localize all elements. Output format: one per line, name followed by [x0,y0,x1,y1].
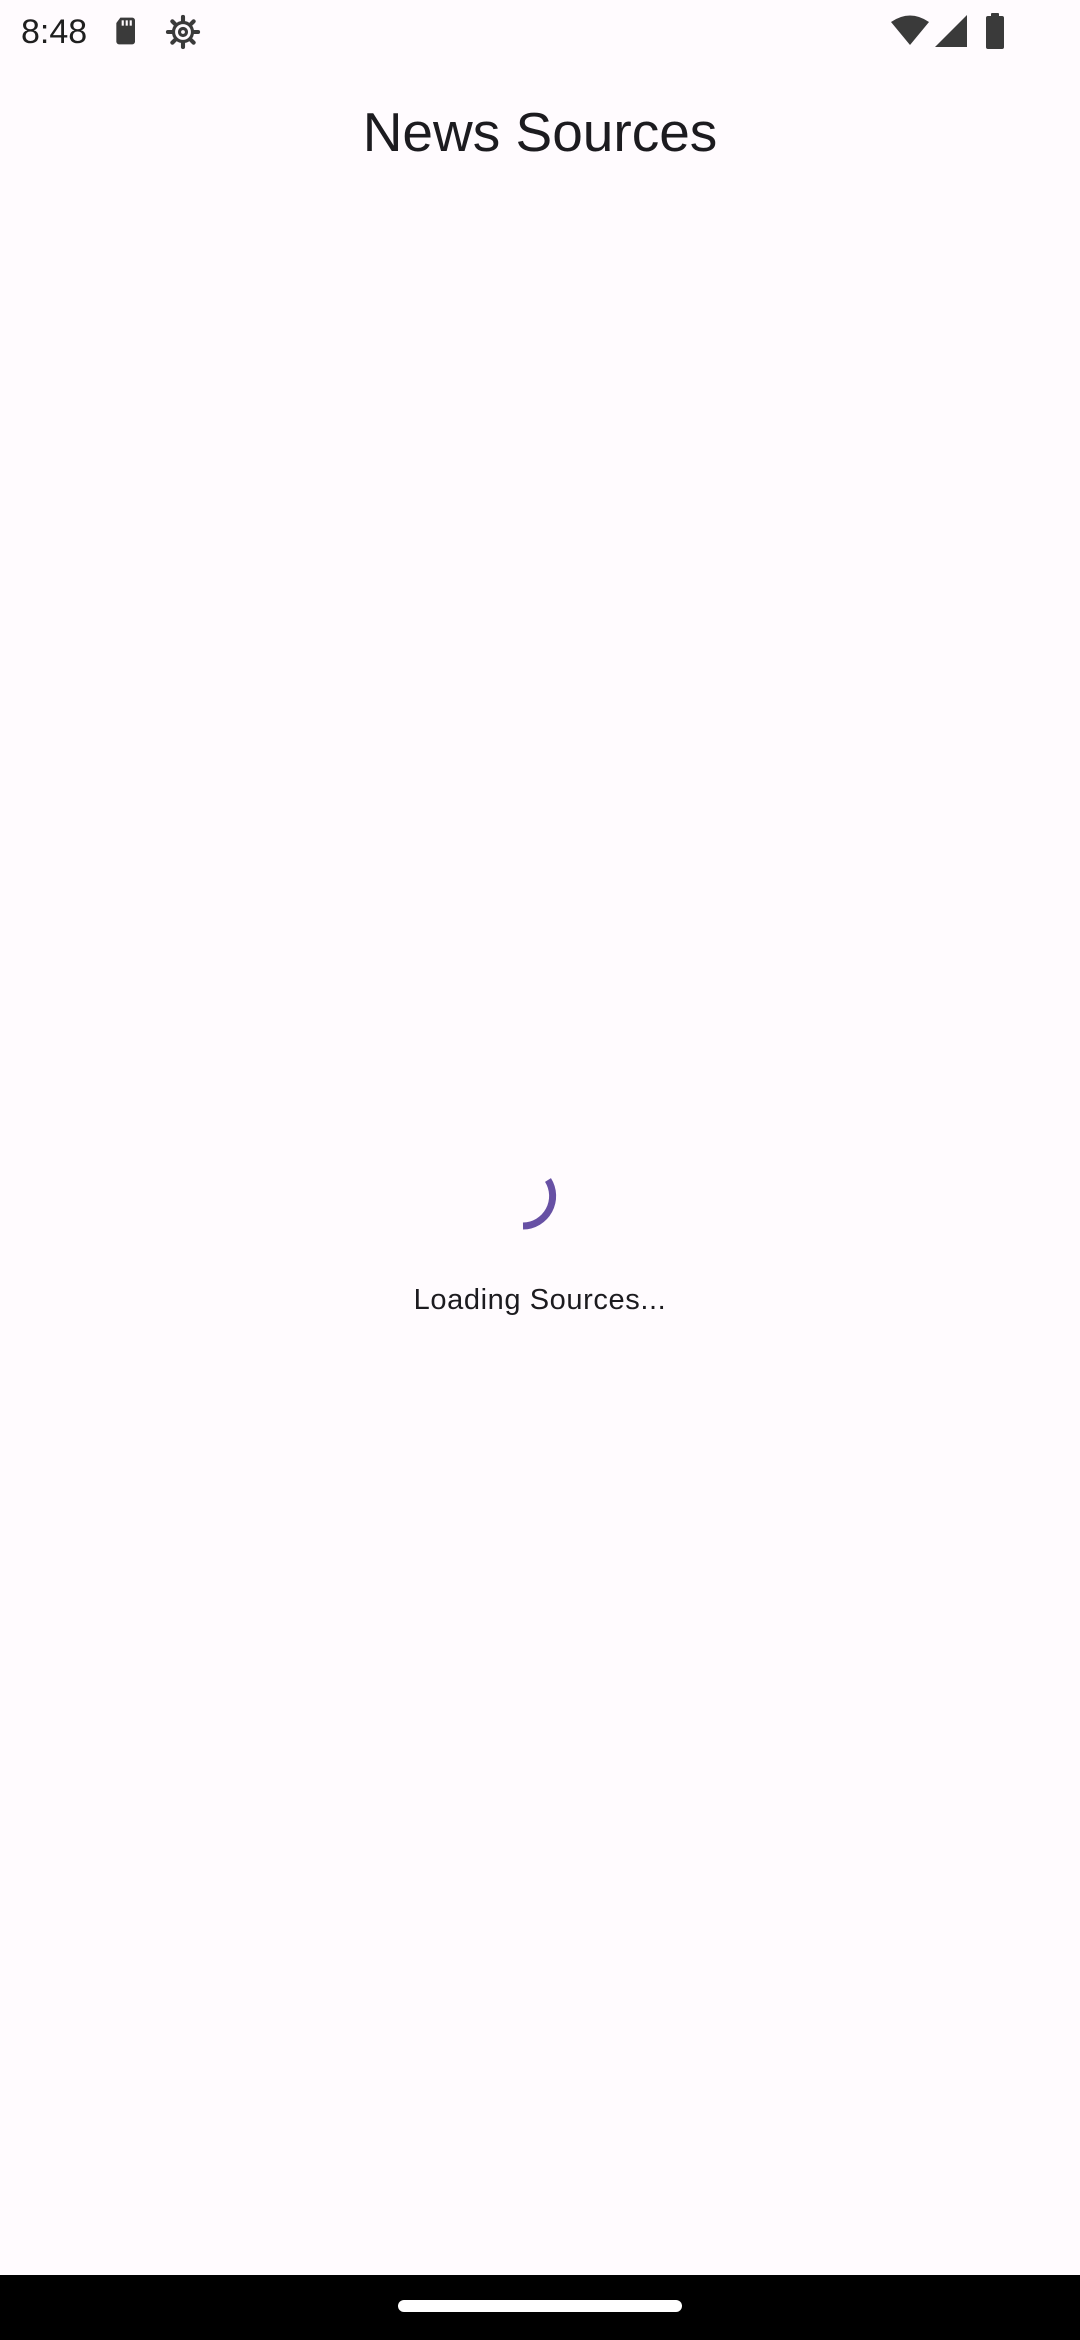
app-bar: News Sources [0,63,1080,203]
progress-spinner-icon [522,1178,557,1230]
battery-icon [986,13,1004,49]
settings-gear-icon [165,14,201,50]
system-navigation-bar [0,2275,1080,2340]
status-bar: 8:48 [0,0,1080,63]
status-time: 8:48 [21,13,88,51]
page-title: News Sources [362,101,718,163]
sd-card-icon [116,17,135,45]
loading-indicator: Loading Sources... [0,1170,1080,1330]
loading-text: Loading Sources... [413,1284,667,1316]
home-gesture-handle[interactable] [398,2300,682,2312]
cellular-signal-icon [935,15,967,47]
wifi-icon [891,15,929,45]
